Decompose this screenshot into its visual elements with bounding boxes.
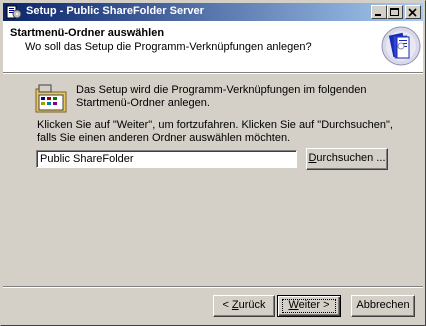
- page-subtitle: Wo soll das Setup die Programm-Verknüpfu…: [25, 41, 312, 53]
- back-label-hotkey: Z: [231, 299, 239, 311]
- browse-label: urchsuchen ...: [316, 152, 386, 164]
- back-button[interactable]: < Zurück: [213, 295, 275, 317]
- close-icon: [408, 8, 417, 17]
- back-label-prefix: <: [222, 299, 232, 311]
- maximize-icon: [390, 8, 399, 16]
- next-button[interactable]: Weiter >: [277, 295, 341, 317]
- setup-book-cd-icon: [381, 26, 421, 66]
- info-text: Das Setup wird die Programm-Verknüpfunge…: [76, 84, 367, 109]
- minimize-icon: [375, 14, 381, 16]
- window-title: Setup - Public ShareFolder Server: [26, 5, 204, 17]
- page-title: Startmenü-Ordner auswählen: [10, 27, 165, 39]
- wizard-header: Startmenü-Ordner auswählen Wo soll das S…: [3, 21, 423, 72]
- minimize-button[interactable]: [371, 5, 387, 19]
- program-group-folder-icon: [35, 84, 67, 113]
- focus-rectangle: [282, 299, 336, 313]
- browse-button[interactable]: Durchsuchen ...: [306, 148, 388, 170]
- start-menu-folder-input[interactable]: Public ShareFolder: [36, 150, 297, 168]
- setup-window: Setup - Public ShareFolder Server Startm…: [0, 0, 426, 326]
- instruction-text: Klicken Sie auf "Weiter", um fortzufahre…: [37, 119, 393, 144]
- header-divider: [3, 72, 423, 74]
- setup-app-icon: [6, 5, 22, 19]
- footer-divider: [3, 286, 423, 288]
- title-bar[interactable]: Setup - Public ShareFolder Server: [3, 3, 423, 21]
- back-label: urück: [238, 299, 266, 311]
- cancel-button[interactable]: Abbrechen: [351, 295, 415, 317]
- maximize-button[interactable]: [387, 5, 403, 19]
- close-button[interactable]: [405, 5, 421, 19]
